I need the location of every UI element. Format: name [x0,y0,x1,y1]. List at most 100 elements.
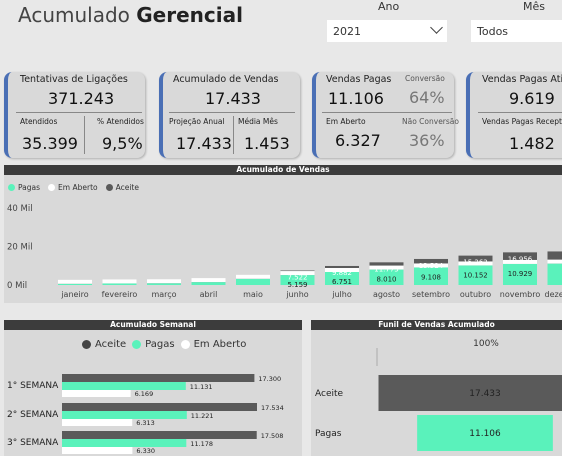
card-ligacoes-sub1-label: Atendidos [20,117,58,126]
card-vendas: Acumulado de Vendas 17.433 Projeção Anua… [159,72,300,158]
x-tick-label: outubro [460,290,491,299]
x-tick-label: setembro [412,290,450,299]
ano-label: Ano [378,0,400,13]
data-label: 11.131 [190,383,213,391]
x-tick-label: janeiro [60,290,88,299]
card-pagas-nconv-value: 36% [409,131,445,150]
x-tick-label: dezembro [545,290,562,299]
x-tick-label: abril [200,290,218,299]
bar-em-aberto [236,274,270,279]
data-label-pagas: 9.108 [421,273,441,281]
data-label-pagas: 5.159 [287,281,307,289]
mes-value: Todos [477,25,509,38]
bar-pagas [62,382,186,390]
bar-em-aberto [62,419,133,426]
card-ligacoes-value: 371.243 [48,89,115,108]
card-vendas-sub2-label: Média Mês [238,117,278,126]
card-vendas-sub2-value: 1.453 [244,134,290,153]
card-vendas-sub1-label: Projeção Anual [169,117,225,126]
bar-em-aberto [147,279,181,284]
y-tick-label: 40 Mil [7,204,33,214]
funnel-chart-panel: Funil de Vendas Acumulado 100% Aceite 17.4… [311,320,562,456]
data-label-aceite: 9.882 [332,269,352,277]
card-ligacoes-title: Tentativas de Ligações [20,74,128,85]
title-light: Acumulado [18,3,130,27]
funnel-category-label: Pagas [315,429,342,439]
card-pagas-nconv-label: Não Conversão [402,117,459,126]
bar-pagas [547,263,562,285]
data-label-aceite: 11.773 [374,265,399,273]
x-tick-label: junho [285,290,308,299]
card-ativo-sub-label: Vendas Pagas Recept [482,117,562,126]
data-label-aceite: 13.524 [419,262,444,270]
bar-em-aberto [58,279,92,284]
mes-label: Mês [523,0,545,13]
weekly-chart-panel: Acumulado Semanal Aceite Pagas Em Aberto… [4,320,302,456]
x-tick-label: novembro [500,290,541,299]
y-tick-label: 20 Mil [7,243,33,253]
bar-em-aberto [547,259,562,264]
card-pagas-title: Vendas Pagas [326,74,392,85]
data-label-pagas: 6.751 [332,278,352,286]
ano-dropdown[interactable]: 2021 [327,20,447,42]
x-tick-label: agosto [373,290,400,299]
card-pagas-conv-value: 64% [409,88,445,107]
y-category-label: 3° SEMANA [7,438,59,448]
card-ativo-value: 9.619 [509,89,555,108]
card-ligacoes: Tentativas de Ligações 371.243 Atendidos… [4,72,145,158]
title-bold: Gerencial [136,3,243,27]
card-ligacoes-sub2-value: 9,5% [102,134,143,153]
y-tick-label: 0 Mil [7,281,27,291]
funnel-chart: 100% Aceite 17.433 Pagas 11.106 [315,339,562,451]
bar-pagas [236,278,270,285]
data-label: 11.178 [190,440,213,448]
funnel-category-label: Aceite [315,389,344,399]
card-ligacoes-sub1-value: 35.399 [22,134,78,153]
card-pagas: Vendas Pagas Conversão 11.106 64% Em Abe… [312,72,459,158]
bar-em-aberto [62,390,131,397]
monthly-chart-panel: Acumulado de Vendas Pagas Em Aberto Acei… [4,165,562,303]
bar-pagas [58,283,92,285]
bar-em-aberto [102,279,137,284]
weekly-bar-chart: 1° SEMANA 17.300 11.131 6.169 2° SEMANA 17.53… [7,374,284,455]
data-label: 6.313 [136,419,155,427]
bar-em-aberto [62,447,133,454]
card-vendas-sub1-value: 17.433 [176,134,232,153]
card-ligacoes-sub2-label: % Atendidos [97,117,144,126]
bar-pagas [102,283,137,285]
bar-em-aberto [191,278,226,283]
x-tick-label: maio [243,290,263,299]
data-label-aceite: 15.262 [463,259,488,267]
data-label: 17.508 [261,432,284,440]
bar-pagas [62,411,187,419]
data-label: 11.221 [191,412,214,420]
card-ativo-sub-value: 1.482 [509,134,555,153]
page-title: Acumulado Gerencial [18,3,243,27]
bar-aceite [62,403,257,411]
x-tick-label: fevereiro [102,290,138,299]
funnel-value-label: 11.106 [469,429,501,439]
data-label: 6.169 [135,390,154,398]
monthly-bar-chart: 0 Mil 20 Mil 40 Mil janeiro fevereiro março ab… [7,204,562,299]
card-vendas-title: Acumulado de Vendas [173,74,279,85]
data-label-pagas: 10.929 [508,270,533,278]
data-label: 17.534 [261,404,284,412]
bar-pagas [191,282,226,285]
mes-dropdown[interactable]: Todos [471,20,562,42]
bar-pagas [147,283,181,285]
card-pagas-value: 11.106 [328,89,384,108]
x-tick-label: julho [331,290,352,299]
data-label-aceite: 16.956 [508,255,533,263]
data-label: 6.330 [136,447,155,455]
y-category-label: 1° SEMANA [7,381,59,391]
funnel-top-label: 100% [473,339,499,349]
bar-aceite [62,374,255,382]
card-pagas-conv-label: Conversão [405,74,445,83]
card-ativo-title: Vendas Pagas Ativo [482,74,562,85]
chevron-down-icon [430,21,443,34]
y-category-label: 2° SEMANA [7,410,59,420]
card-vendas-value: 17.433 [205,89,261,108]
data-label: 17.300 [258,375,281,383]
card-pagas-aberto-label: Em Aberto [326,117,366,126]
bar-pagas [62,439,187,447]
